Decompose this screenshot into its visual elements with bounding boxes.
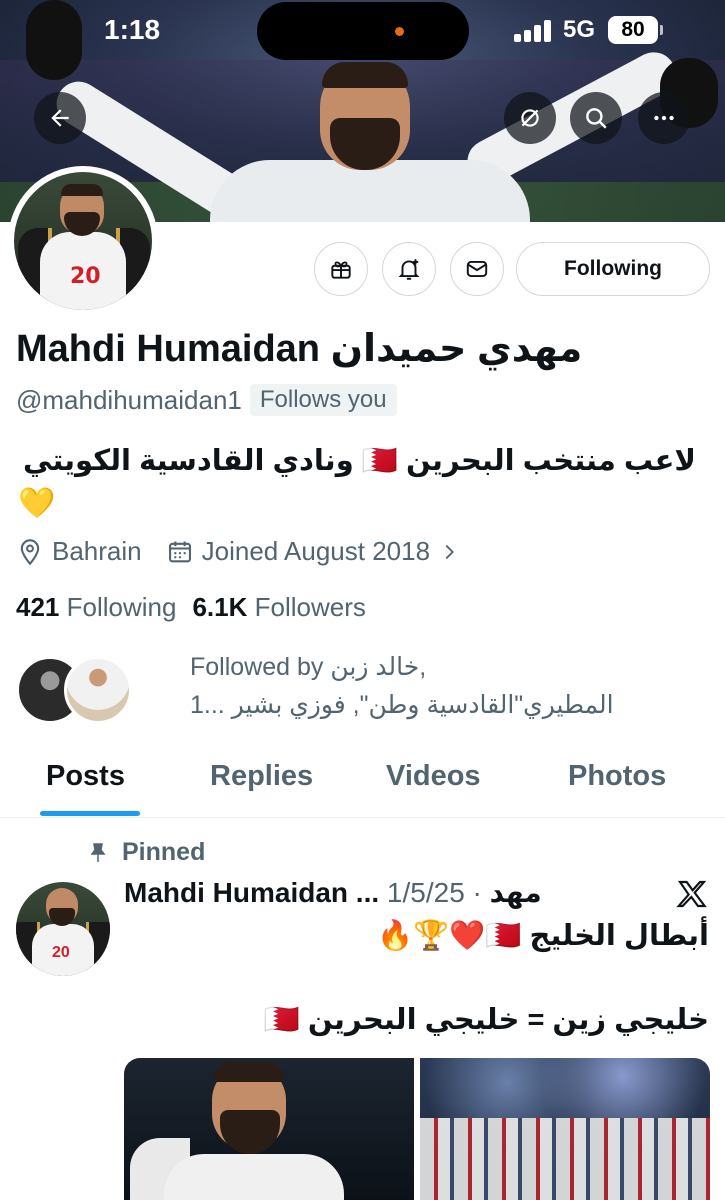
tab-videos[interactable]: Videos xyxy=(386,760,481,793)
avatar-image: 20 xyxy=(14,172,152,310)
envelope-icon xyxy=(466,260,488,278)
calendar-icon xyxy=(168,541,191,562)
following-label: Following xyxy=(66,592,177,622)
profile-handle: @mahdihumaidan1 xyxy=(16,384,242,415)
post-date[interactable]: · 1/5/25 xyxy=(387,877,482,908)
search-button[interactable] xyxy=(570,92,622,144)
profile-avatar[interactable]: 20 xyxy=(8,166,158,316)
handle-row: @mahdihumaidan1 Follows you xyxy=(16,384,397,416)
location: Bahrain xyxy=(16,536,142,567)
message-button[interactable] xyxy=(450,242,504,296)
media-beard xyxy=(220,1110,280,1154)
tab-posts[interactable]: Posts xyxy=(46,760,125,793)
eye-slash-icon xyxy=(521,109,539,127)
followers-link[interactable]: 6.1K Followers xyxy=(192,592,365,622)
gift-icon xyxy=(331,261,351,279)
following-count: 421 xyxy=(16,592,60,622)
post-author-avatar[interactable]: 20 xyxy=(16,882,110,976)
arrow-left-icon xyxy=(51,109,69,127)
status-time: 1:18 xyxy=(104,14,161,45)
followed-by-line2: المطيري"القادسية وطن", فوزي بشير ...1 xyxy=(190,691,614,719)
follows-you-badge: Follows you xyxy=(249,384,397,416)
banner-player-hair xyxy=(322,62,408,88)
followers-label: Followers xyxy=(254,592,366,622)
active-tab-indicator xyxy=(40,811,140,816)
tab-replies[interactable]: Replies xyxy=(210,760,313,793)
location-pin-icon xyxy=(20,538,40,565)
media-body xyxy=(164,1154,344,1200)
dynamic-island xyxy=(257,2,469,60)
post-media-image[interactable] xyxy=(420,1058,710,1200)
post-text-line2: خليجي زين = خليجي البحرين 🇧🇭 xyxy=(263,1004,709,1036)
post-header: Mahdi Humaidan ... مهد · 1/5/25 xyxy=(124,876,542,909)
avatar-shirt-number: 20 xyxy=(70,264,101,289)
following-link[interactable]: 421 Following xyxy=(16,592,176,622)
status-bar: 1:18 5G 80 xyxy=(0,0,725,60)
post-text-line1: أبطال الخليج 🇧🇭❤️🏆🔥 xyxy=(377,920,709,952)
pinned-label: Pinned xyxy=(86,838,205,867)
profile-bio: لاعب منتخب البحرين 🇧🇭 ونادي القادسية الك… xyxy=(22,445,696,477)
more-button[interactable] xyxy=(638,92,690,144)
followed-by-line1: Followed by خالد زبن, xyxy=(190,653,427,681)
media-team-celebration xyxy=(420,1118,710,1200)
profile-name: Mahdi Humaidan مهدي حميدان xyxy=(16,328,583,370)
recording-dot xyxy=(395,27,404,36)
follower-avatar xyxy=(64,656,132,724)
search-icon xyxy=(586,108,607,129)
profile-meta: Bahrain Joined August 2018 xyxy=(16,536,474,567)
battery-icon: 80 xyxy=(608,16,663,44)
chevron-right-icon xyxy=(445,544,455,559)
post-avatar-number: 20 xyxy=(52,944,70,961)
pin-icon xyxy=(90,842,106,862)
subscribe-button[interactable] xyxy=(314,242,368,296)
location-text: Bahrain xyxy=(52,536,142,566)
followed-by-text[interactable]: Followed by خالد زبن, المطيري"القادسية و… xyxy=(190,648,692,724)
signal-icon xyxy=(514,20,554,42)
back-button[interactable] xyxy=(34,92,86,144)
network-label: 5G xyxy=(563,16,596,43)
joined-text: Joined August 2018 xyxy=(201,536,431,566)
bell-plus-icon xyxy=(398,259,420,280)
followed-by-avatars[interactable] xyxy=(16,656,136,726)
avatar-hair xyxy=(61,184,103,196)
profile-tabs: Posts Replies Videos Photos xyxy=(0,742,725,818)
more-icon xyxy=(654,115,674,121)
media-hair xyxy=(214,1062,284,1082)
bio-emoji: 💛 xyxy=(18,487,56,520)
followers-count: 6.1K xyxy=(192,592,248,622)
media-lights xyxy=(420,1058,710,1118)
post-media-image[interactable] xyxy=(124,1058,414,1200)
x-logo-icon xyxy=(676,880,707,908)
notifications-button[interactable] xyxy=(382,242,436,296)
pinned-text: Pinned xyxy=(122,838,206,866)
joined-date[interactable]: Joined August 2018 xyxy=(166,536,460,567)
tab-photos[interactable]: Photos xyxy=(568,760,666,793)
following-button[interactable]: Following xyxy=(516,242,710,296)
follow-counts: 421 Following 6.1K Followers xyxy=(16,592,366,623)
hide-button[interactable] xyxy=(504,92,556,144)
